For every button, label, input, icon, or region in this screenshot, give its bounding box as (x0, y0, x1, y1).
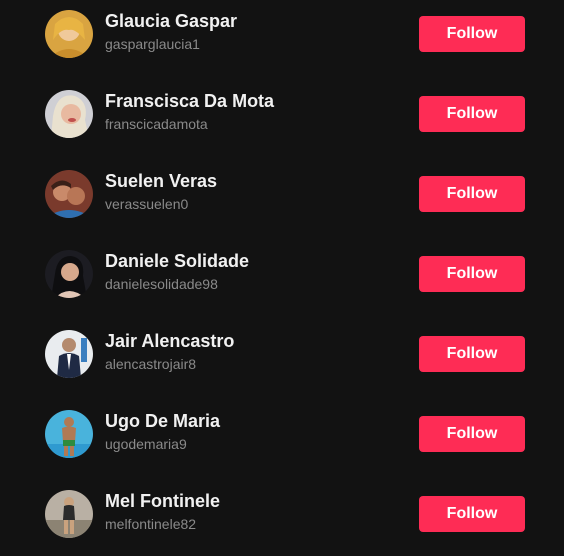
account-handle[interactable]: ugodemaria9 (105, 436, 187, 452)
account-handle[interactable]: gasparglaucia1 (105, 36, 200, 52)
account-name[interactable]: Ugo De Maria (105, 411, 220, 432)
avatar[interactable] (45, 330, 93, 378)
account-name[interactable]: Daniele Solidade (105, 251, 249, 272)
suggested-accounts-list: Glaucia Gaspar gasparglaucia1 Follow Fra… (0, 0, 564, 556)
account-row: Daniele Solidade danielesolidade98 Follo… (0, 239, 564, 319)
avatar-image (45, 90, 93, 138)
follow-button[interactable]: Follow (419, 16, 525, 52)
account-handle[interactable]: franscicadamota (105, 116, 208, 132)
avatar-image (45, 490, 93, 538)
avatar-image (45, 10, 93, 58)
avatar-image (45, 330, 93, 378)
avatar[interactable] (45, 490, 93, 538)
follow-button[interactable]: Follow (419, 336, 525, 372)
account-name[interactable]: Jair Alencastro (105, 331, 234, 352)
account-handle[interactable]: verassuelen0 (105, 196, 188, 212)
avatar[interactable] (45, 170, 93, 218)
avatar-image (45, 410, 93, 458)
avatar[interactable] (45, 250, 93, 298)
account-row: Mel Fontinele melfontinele82 Follow (0, 479, 564, 556)
account-row: Suelen Veras verassuelen0 Follow (0, 159, 564, 239)
account-handle[interactable]: melfontinele82 (105, 516, 196, 532)
account-name[interactable]: Mel Fontinele (105, 491, 220, 512)
follow-button[interactable]: Follow (419, 96, 525, 132)
account-row: Franscisca Da Mota franscicadamota Follo… (0, 79, 564, 159)
account-handle[interactable]: danielesolidade98 (105, 276, 218, 292)
follow-button[interactable]: Follow (419, 256, 525, 292)
follow-button[interactable]: Follow (419, 176, 525, 212)
account-row: Glaucia Gaspar gasparglaucia1 Follow (0, 0, 564, 79)
account-name[interactable]: Glaucia Gaspar (105, 11, 237, 32)
account-name[interactable]: Franscisca Da Mota (105, 91, 274, 112)
account-handle[interactable]: alencastrojair8 (105, 356, 196, 372)
avatar-image (45, 170, 93, 218)
avatar[interactable] (45, 90, 93, 138)
account-row: Ugo De Maria ugodemaria9 Follow (0, 399, 564, 479)
account-name[interactable]: Suelen Veras (105, 171, 217, 192)
account-row: Jair Alencastro alencastrojair8 Follow (0, 319, 564, 399)
follow-button[interactable]: Follow (419, 496, 525, 532)
avatar[interactable] (45, 410, 93, 458)
follow-button[interactable]: Follow (419, 416, 525, 452)
avatar-image (45, 250, 93, 298)
avatar[interactable] (45, 10, 93, 58)
